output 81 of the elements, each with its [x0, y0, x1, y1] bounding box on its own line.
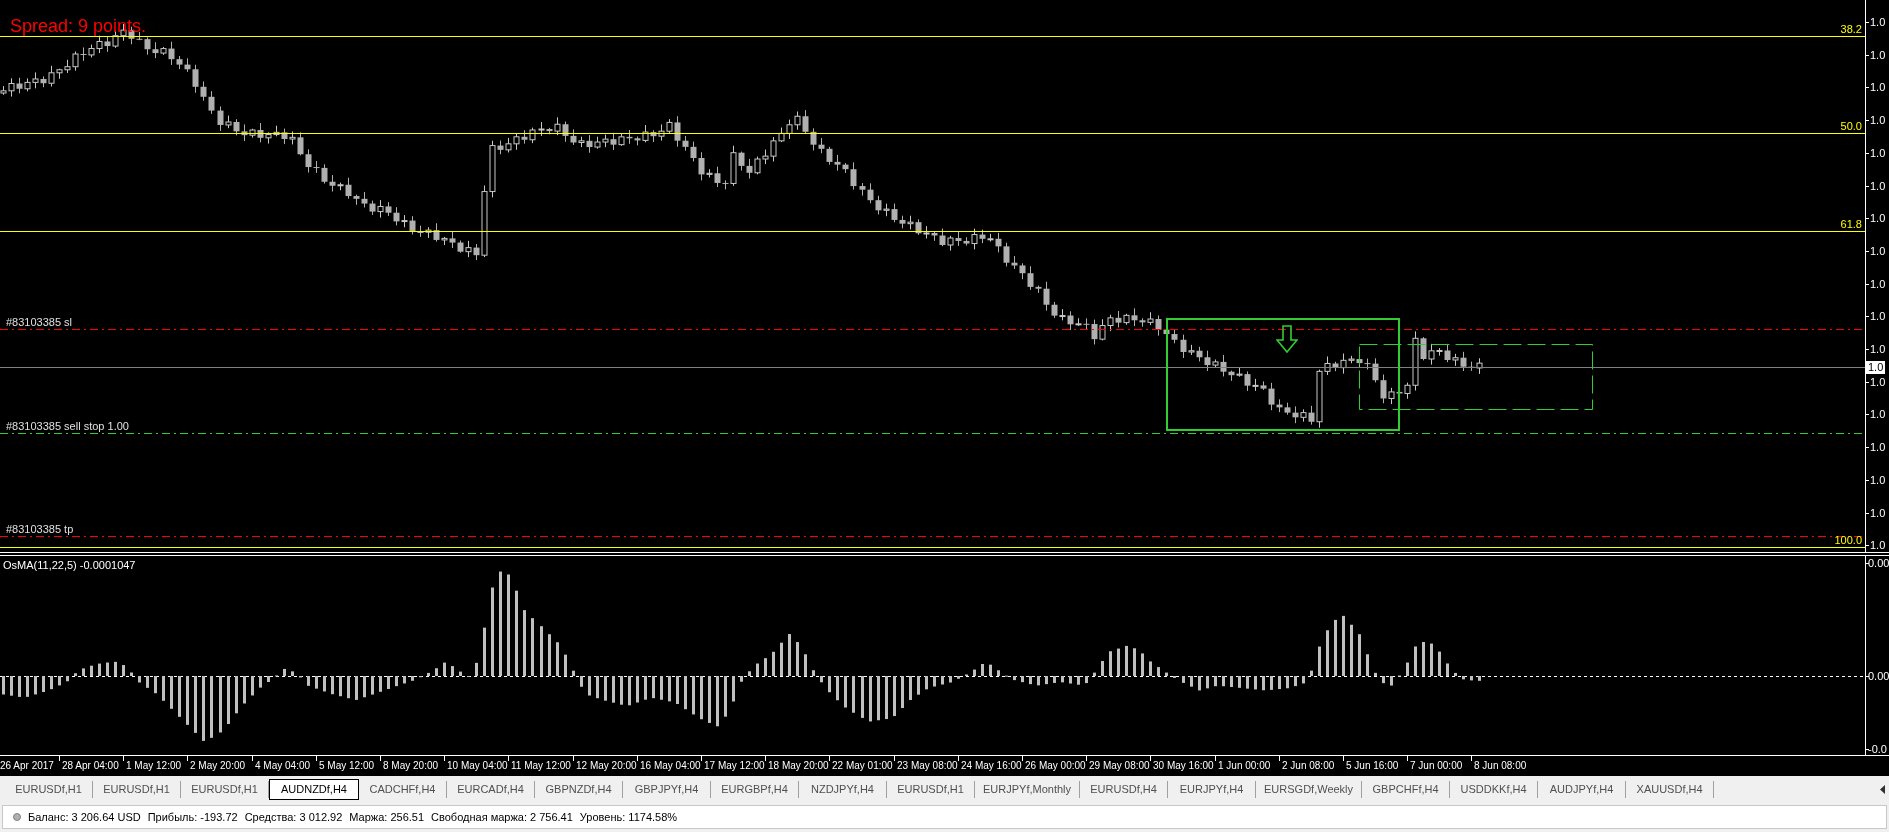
account-summary-text: Маржа: 256.51 — [349, 810, 425, 824]
price-axis-label: 1.0 — [1870, 376, 1886, 388]
time-axis-label: 12 May 20:00 — [576, 760, 637, 772]
price-axis-label: 1.0 — [1870, 81, 1886, 93]
indicator-axis-label: -0.0 — [1868, 743, 1887, 755]
order-line-label: #83103385 sell stop 1.00 — [6, 420, 129, 432]
time-axis-label: 10 May 04:00 — [447, 760, 508, 772]
time-axis-label: 5 May 12:00 — [319, 760, 375, 772]
price-axis-label: 1.0 — [1870, 147, 1886, 159]
price-axis-label: 1.0 — [1870, 245, 1886, 257]
price-axis-label: 1.0 — [1870, 180, 1886, 192]
price-axis-label: 1.0 — [1870, 408, 1886, 420]
time-axis-label: 1 May 12:00 — [126, 760, 182, 772]
time-axis-label: 8 Jun 08:00 — [1474, 760, 1527, 772]
chart-tab[interactable]: XAUUSDf,H4 — [1626, 781, 1715, 798]
time-axis-label: 2 May 20:00 — [190, 760, 246, 772]
price-axis-label: 1.0 — [1870, 507, 1886, 519]
time-axis-label: 7 Jun 00:00 — [1410, 760, 1463, 772]
chart-tab[interactable]: AUDJPYf,H4 — [1538, 781, 1627, 798]
chart-tab[interactable]: EURJPYf,H4 — [1168, 781, 1257, 798]
time-axis-label: 5 Jun 16:00 — [1346, 760, 1399, 772]
chart-tab[interactable]: EURCADf,H4 — [447, 781, 535, 798]
chart-tab[interactable]: EURUSDf,H1 — [887, 781, 975, 798]
time-axis-label: 23 May 08:00 — [897, 760, 958, 772]
chart-tab[interactable]: EURSGDf,Weekly — [1256, 781, 1363, 798]
chart-tab[interactable]: EURUSDf,H1 — [93, 781, 181, 798]
account-summary-text: Прибыль: -193.72 — [147, 810, 238, 824]
time-axis-label: 8 May 20:00 — [383, 760, 439, 772]
time-axis-label: 18 May 20:00 — [768, 760, 829, 772]
chart-tab[interactable]: USDDKKf,H4 — [1450, 781, 1539, 798]
chart-tab[interactable]: NZDJPYf,H4 — [799, 781, 887, 798]
time-axis-label: 4 May 04:00 — [255, 760, 311, 772]
price-axis-label: 1.0 — [1870, 16, 1886, 28]
account-summary-text: Свободная маржа: 2 756.41 — [431, 810, 573, 824]
time-axis-label: 11 May 12:00 — [511, 760, 571, 772]
order-line-label: #83103385 sl — [6, 316, 73, 328]
price-axis-label: 1.0 — [1870, 539, 1886, 551]
account-summary-text: Уровень: 1174.58% — [579, 810, 678, 824]
time-axis-label: 17 May 12:00 — [704, 760, 765, 772]
time-axis-label: 2 Jun 08:00 — [1282, 760, 1335, 772]
order-line-label: #83103385 tp — [6, 523, 74, 535]
chart-tab[interactable]: GBPCHFf,H4 — [1362, 781, 1451, 798]
fibonacci-level-label: 100.0 — [1834, 534, 1862, 546]
chart-tab[interactable]: GBPNZDf,H4 — [535, 781, 623, 798]
spread-label: Spread: 9 points. — [10, 16, 147, 36]
fibonacci-level-label: 50.0 — [1840, 120, 1862, 132]
price-axis-label: 1.0 — [1870, 474, 1886, 486]
time-axis-label: 1 Jun 00:00 — [1218, 760, 1271, 772]
price-axis-label: 1.0 — [1870, 114, 1886, 126]
indicator-axis-label: 0.00 — [1868, 557, 1889, 569]
chart-tab[interactable]: EURUSDf,H4 — [1080, 781, 1169, 798]
fibonacci-level-label: 61.8 — [1840, 218, 1862, 230]
time-axis-label: 22 May 01:00 — [832, 760, 893, 772]
chart-tab[interactable]: EURJPYf,Monthly — [975, 781, 1081, 798]
indicator-label: OsMA(11,22,5) -0.0001047 — [3, 559, 136, 571]
status-dot-icon — [13, 813, 21, 821]
price-axis-label: 1.0 — [1870, 278, 1886, 290]
price-axis-label: 1.0 — [1870, 441, 1886, 453]
price-axis-label: 1.0 — [1870, 343, 1886, 355]
fibonacci-level-label: 38.2 — [1840, 23, 1862, 35]
account-summary-text: Баланс: 3 206.64 USD — [28, 810, 141, 824]
chart-tab[interactable]: AUDNZDf,H4 — [269, 779, 359, 800]
time-axis-label: 28 Apr 04:00 — [62, 760, 119, 772]
time-axis-label: 24 May 16:00 — [961, 760, 1022, 772]
time-axis-label: 26 Apr 2017 — [0, 760, 54, 772]
chart-tab[interactable]: EURUSDf,H1 — [5, 781, 93, 798]
price-axis-label: 1.0 — [1870, 310, 1886, 322]
time-axis-label: 26 May 00:00 — [1025, 760, 1086, 772]
account-summary-text: Средства: 3 012.92 — [244, 810, 343, 824]
time-axis-label: 16 May 04:00 — [640, 760, 701, 772]
price-axis-label: 1.0 — [1870, 212, 1886, 224]
indicator-axis-label: 0.00 — [1868, 670, 1889, 682]
time-axis-label: 29 May 08:00 — [1089, 760, 1150, 772]
down-arrow-icon — [1276, 325, 1298, 353]
time-axis-label: 30 May 16:00 — [1153, 760, 1214, 772]
current-price-label: 1.0 — [1866, 361, 1886, 374]
chart-tab[interactable]: CADCHFf,H4 — [359, 781, 447, 798]
price-axis-label: 1.0 — [1870, 49, 1886, 61]
chart-tab[interactable]: GBPJPYf,H4 — [623, 781, 711, 798]
scroll-left-icon[interactable] — [1880, 785, 1885, 794]
chart-tab[interactable]: EURGBPf,H4 — [711, 781, 799, 798]
